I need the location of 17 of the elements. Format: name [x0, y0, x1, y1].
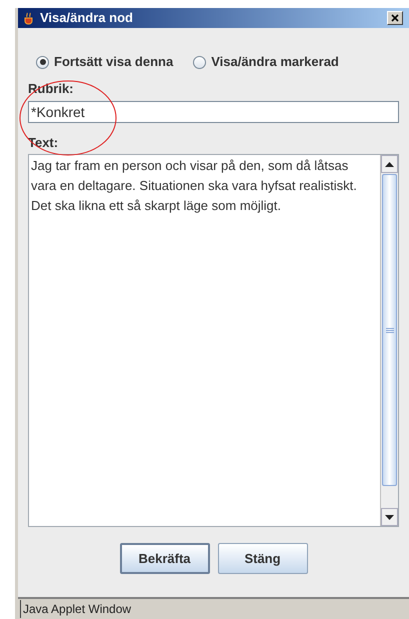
window-title: Visa/ändra nod	[40, 9, 134, 28]
radio-label: Visa/ändra markerad	[211, 53, 339, 72]
scrollbar[interactable]	[380, 155, 398, 526]
heading-input[interactable]: *Konkret	[28, 100, 399, 122]
radio-button[interactable]	[193, 56, 206, 68]
radio-option[interactable]: Fortsätt visa denna	[36, 52, 174, 72]
radio-option[interactable]: Visa/ändra markerad	[193, 52, 339, 72]
dialog-button[interactable]: Bekräfta	[120, 543, 210, 574]
text-area[interactable]: Jag tar fram en person och visar på den, som då låtsas vara en deltagare. Situationen ska vara hyfsat realistiskt. Det ska likna ett så skarpt läge som möjligt.	[28, 154, 399, 527]
radio-button[interactable]	[36, 56, 49, 68]
status-text: Java Applet Window	[20, 600, 132, 618]
radio-label: Fortsätt visa denna	[54, 53, 174, 72]
dialog-button[interactable]: Stäng	[218, 543, 308, 574]
close-button[interactable]	[387, 11, 403, 25]
scroll-thumb[interactable]	[382, 174, 397, 486]
text-content: Jag tar fram en person och visar på den, som då låtsas vara en deltagare. Situationen ska vara hyfsat realistiskt. Det ska likna ett så skarpt läge som möjligt.	[30, 157, 358, 215]
close-icon	[391, 14, 399, 22]
